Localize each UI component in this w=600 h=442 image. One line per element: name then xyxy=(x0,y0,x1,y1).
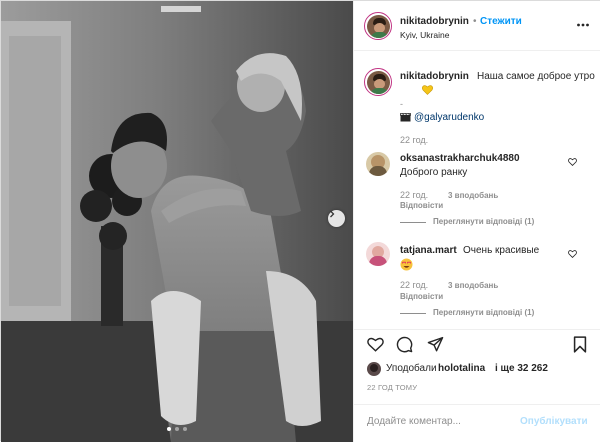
comment-text: Очень красивые xyxy=(463,245,540,256)
caption-mention[interactable]: @galyarudenko xyxy=(414,112,484,123)
likes-count[interactable]: і ще 32 262 xyxy=(495,363,548,374)
comment-username[interactable]: oksanastrakharchuk4880 xyxy=(400,153,520,164)
heart-eyes-emoji-icon xyxy=(400,258,413,271)
comment-icon[interactable] xyxy=(396,336,413,353)
share-icon[interactable] xyxy=(427,336,444,352)
follow-button[interactable]: Стежити xyxy=(480,16,522,27)
carousel-dot-active xyxy=(167,427,171,431)
comment-like-icon[interactable] xyxy=(568,158,577,166)
comment-username[interactable]: tatjana.mart xyxy=(400,245,457,256)
caption-dash: - xyxy=(400,99,403,109)
post-modal: nikitadobrynin • Стежити Kyiv, Ukraine n… xyxy=(0,0,600,442)
post-header: nikitadobrynin • Стежити Kyiv, Ukraine xyxy=(354,1,600,51)
caption-avatar[interactable] xyxy=(364,68,392,96)
post-sidebar: nikitadobrynin • Стежити Kyiv, Ukraine n… xyxy=(353,1,600,442)
photo-image xyxy=(1,1,353,442)
caption-username[interactable]: nikitadobrynin xyxy=(400,71,469,82)
liker-avatar[interactable] xyxy=(367,362,381,376)
comment-text: Доброго ранку xyxy=(400,167,468,178)
comment-time: 22 год. xyxy=(400,190,429,200)
caption-text: Наша самое доброе утро xyxy=(477,71,595,82)
author-username[interactable]: nikitadobrynin xyxy=(400,16,469,27)
likes-username[interactable]: holotalina xyxy=(438,363,485,374)
carousel-dot xyxy=(175,427,179,431)
post-timestamp[interactable]: 22 ГОД ТОМУ xyxy=(367,383,417,392)
clapper-icon xyxy=(400,113,411,122)
separator-dot: • xyxy=(473,16,477,27)
carousel-dot xyxy=(183,427,187,431)
comment-reply-button[interactable]: Відповісти xyxy=(400,292,443,301)
comment-reply-button[interactable]: Відповісти xyxy=(400,201,443,210)
comment-likes[interactable]: 3 вподобань xyxy=(448,191,498,200)
commenter-avatar[interactable] xyxy=(366,152,390,176)
carousel-dots xyxy=(1,427,353,431)
replies-line xyxy=(400,222,426,223)
comment-like-icon[interactable] xyxy=(568,250,577,258)
next-photo-button[interactable] xyxy=(328,210,345,227)
view-replies-button[interactable]: Переглянути відповіді (1) xyxy=(433,308,534,317)
post-photo[interactable] xyxy=(1,1,353,442)
view-replies-button[interactable]: Переглянути відповіді (1) xyxy=(433,217,534,226)
likes-prefix: Уподобали xyxy=(386,363,437,374)
comment-time: 22 год. xyxy=(400,280,429,290)
comments-list[interactable]: nikitadobrynin Наша самое доброе утро - … xyxy=(354,52,600,329)
save-icon[interactable] xyxy=(573,336,587,353)
post-location[interactable]: Kyiv, Ukraine xyxy=(400,30,449,40)
caption-time: 22 год. xyxy=(400,135,429,145)
more-options-icon[interactable] xyxy=(576,18,590,32)
comment-likes[interactable]: 3 вподобань xyxy=(448,281,498,290)
like-icon[interactable] xyxy=(367,336,384,352)
comment-input[interactable]: Додайте коментар... xyxy=(367,416,461,427)
yellow-heart-icon xyxy=(422,85,433,95)
replies-line xyxy=(400,313,426,314)
post-actions: Уподобали holotalina і ще 32 262 22 ГОД … xyxy=(354,329,600,409)
add-comment-bar: Додайте коментар... Опублікувати xyxy=(354,404,600,442)
author-avatar[interactable] xyxy=(364,12,392,40)
publish-button[interactable]: Опублікувати xyxy=(520,416,588,427)
commenter-avatar[interactable] xyxy=(366,242,390,266)
chevron-right-icon xyxy=(330,210,335,218)
